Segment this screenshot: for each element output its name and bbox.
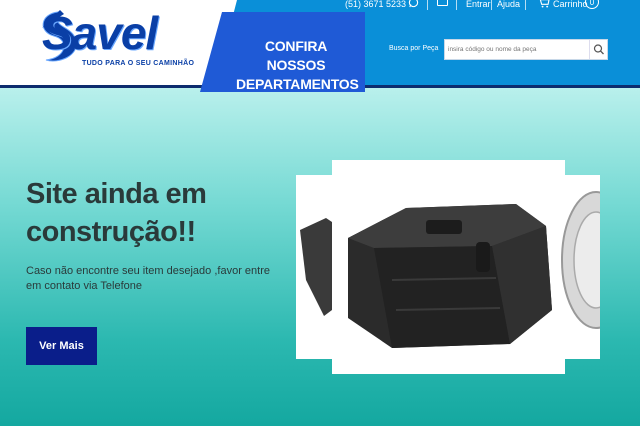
mail-icon[interactable] [437, 0, 448, 6]
topbar-divider [525, 0, 526, 10]
search-button[interactable] [589, 40, 607, 59]
topbar-divider [491, 0, 492, 10]
hero-text: Caso não encontre seu item desejado ,fav… [26, 265, 270, 292]
cart-link[interactable]: Carrinho [553, 0, 588, 14]
topbar-divider [456, 0, 457, 10]
cart-icon[interactable] [537, 0, 550, 8]
departments-label[interactable]: CONFIRA NOSSOS DEPARTAMENTOS [236, 37, 359, 94]
logo-wordmark: Savel [42, 7, 158, 59]
search-input[interactable] [448, 42, 588, 57]
help-link[interactable]: Ajuda [497, 0, 520, 14]
ver-mais-button[interactable]: Ver Mais [26, 327, 97, 365]
phone-number: (51) 3671 5233 [345, 0, 407, 9]
login-link[interactable]: Entrar [466, 0, 491, 14]
hero-title: Site ainda em construção!! [26, 178, 207, 248]
search-label: Busca por Peça [389, 45, 439, 52]
fuel-tank-product-image [300, 191, 600, 348]
search-icon [593, 44, 604, 55]
whatsapp-icon[interactable] [408, 0, 419, 8]
search-box [444, 39, 608, 60]
logo-tagline: TUDO PARA O SEU CAMINHÃO [82, 60, 195, 67]
topbar-divider [427, 0, 428, 10]
